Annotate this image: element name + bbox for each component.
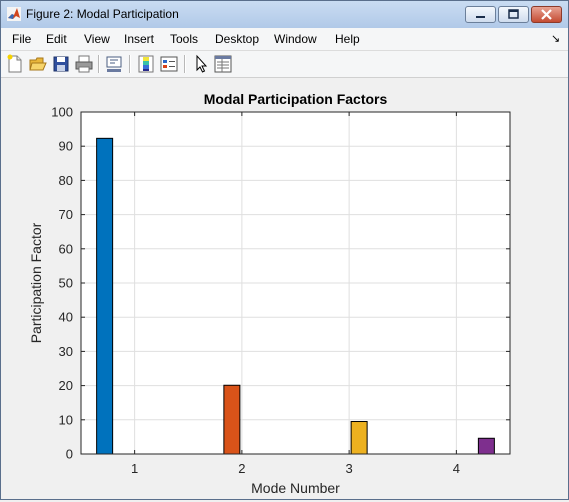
menu-insert[interactable]: Insert: [124, 32, 154, 46]
save-icon[interactable]: [51, 54, 71, 74]
toolbar-separator: [184, 55, 186, 73]
menu-help[interactable]: Help: [335, 32, 360, 46]
menu-file[interactable]: File: [12, 32, 31, 46]
insert-colorbar-icon[interactable]: [136, 54, 156, 74]
matlab-icon: [7, 7, 21, 21]
open-file-icon[interactable]: [28, 54, 48, 74]
menu-view[interactable]: View: [84, 32, 110, 46]
property-inspector-icon[interactable]: [213, 54, 233, 74]
minimize-icon: [476, 16, 485, 18]
menu-bar: File Edit View Insert Tools Desktop Wind…: [1, 28, 568, 51]
dock-arrow-icon[interactable]: ↘: [551, 32, 560, 45]
toolbar-separator: [98, 55, 100, 73]
x-tick-label: 2: [238, 461, 245, 476]
minimize-button[interactable]: [465, 6, 496, 23]
y-tick-label: 70: [59, 207, 73, 222]
menu-edit[interactable]: Edit: [46, 32, 67, 46]
bar-mode-4[interactable]: [477, 437, 495, 455]
chart-title: Modal Participation Factors: [204, 91, 388, 107]
y-tick-label: 0: [66, 447, 73, 462]
y-tick-label: 10: [59, 412, 73, 427]
maximize-button[interactable]: [498, 6, 529, 23]
window-title: Figure 2: Modal Participation: [26, 7, 179, 21]
bar-mode-3[interactable]: [350, 421, 368, 455]
y-axis-label: Participation Factor: [28, 222, 44, 343]
link-plot-icon[interactable]: [104, 54, 124, 74]
insert-legend-icon[interactable]: [159, 54, 179, 74]
title-bar[interactable]: Figure 2: Modal Participation: [1, 1, 568, 28]
print-icon[interactable]: [74, 54, 94, 74]
y-tick-label: 20: [59, 378, 73, 393]
edit-plot-icon[interactable]: [191, 54, 211, 74]
x-axis-label: Mode Number: [251, 480, 340, 496]
new-figure-icon[interactable]: [5, 54, 25, 74]
menu-window[interactable]: Window: [274, 32, 317, 46]
maximize-icon: [508, 9, 519, 19]
y-tick-label: 50: [59, 276, 73, 291]
figure-window: Figure 2: Modal Participation File Edit …: [0, 0, 569, 500]
close-icon: [541, 9, 552, 20]
bar-chart[interactable]: 0 10 20 30 40 50 60 70 80 90 100 1 2 3 4 Modal Particip…: [1, 79, 568, 499]
figure-canvas: 0 10 20 30 40 50 60 70 80 90 100 1 2 3 4 Modal Particip…: [1, 79, 568, 499]
x-tick-label: 1: [131, 461, 138, 476]
y-tick-label: 60: [59, 241, 73, 256]
x-tick-label: 3: [346, 461, 353, 476]
menu-tools[interactable]: Tools: [170, 32, 198, 46]
bar-mode-2[interactable]: [223, 384, 241, 455]
toolbar-separator: [129, 55, 131, 73]
y-tick-label: 40: [59, 310, 73, 325]
menu-desktop[interactable]: Desktop: [215, 32, 259, 46]
close-button[interactable]: [531, 6, 562, 23]
figure-toolbar: [1, 51, 568, 78]
y-tick-label: 30: [59, 344, 73, 359]
bar-mode-1[interactable]: [96, 137, 114, 455]
y-tick-label: 80: [59, 173, 73, 188]
y-tick-label: 90: [59, 139, 73, 154]
y-tick-label: 100: [51, 105, 73, 120]
x-tick-label: 4: [453, 461, 460, 476]
